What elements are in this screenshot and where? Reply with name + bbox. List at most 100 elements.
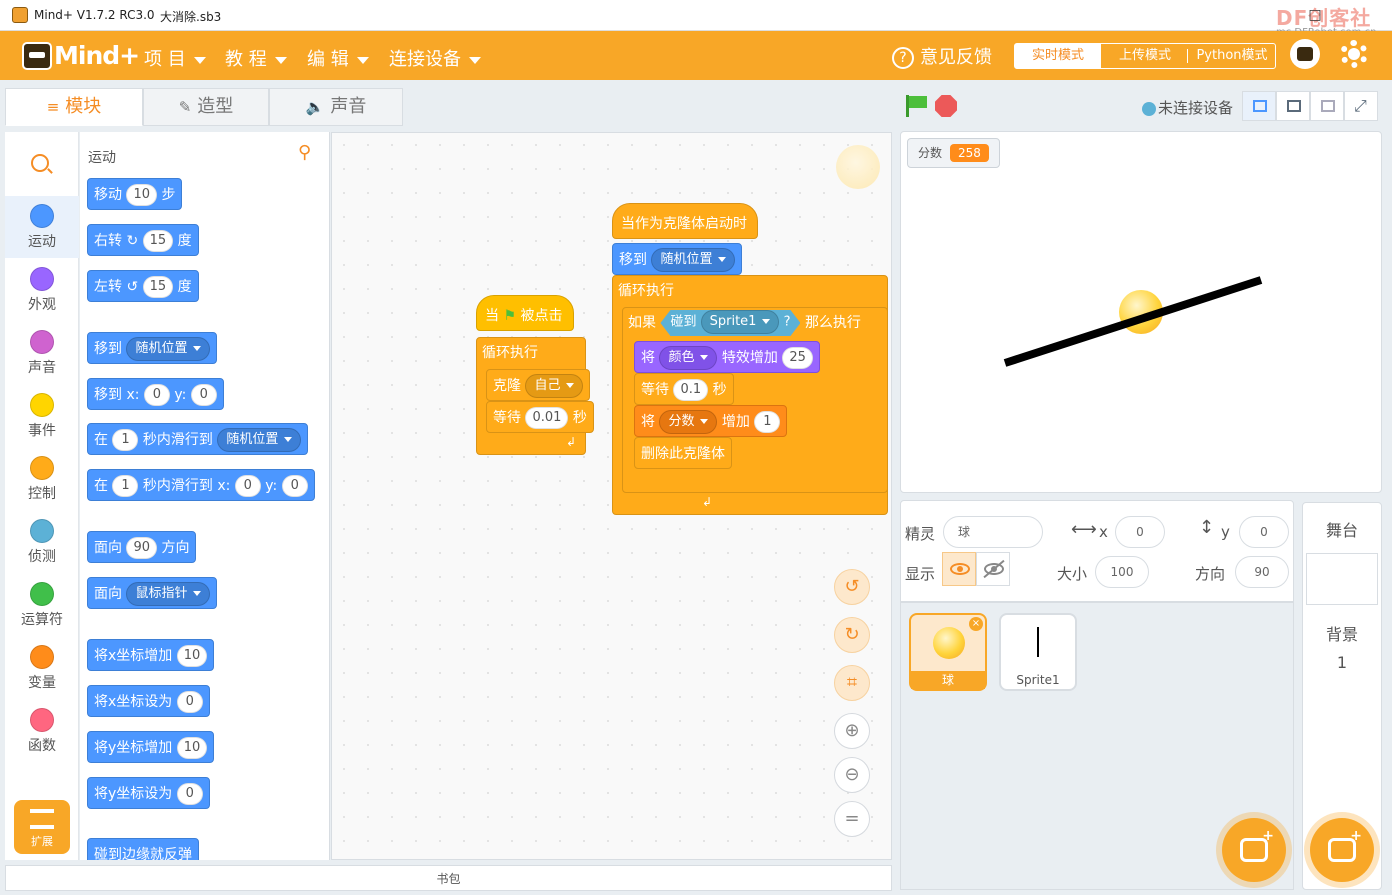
y-input[interactable]: 0 xyxy=(281,475,308,497)
touching-condition[interactable]: 碰到 Sprite1 ? xyxy=(660,310,800,336)
block-bounce[interactable]: 碰到边缘就反弹 xyxy=(87,838,199,860)
wait-seconds-input[interactable]: 0.01 xyxy=(525,407,569,429)
clone-target-dropdown[interactable]: 自己 xyxy=(525,374,584,398)
zoom-in-button[interactable]: ⊕ xyxy=(834,713,870,749)
menu-connect-device[interactable]: 连接设备 xyxy=(389,45,481,71)
category-events[interactable]: 事件 xyxy=(5,385,79,447)
close-icon[interactable]: × xyxy=(969,617,983,631)
direction-field[interactable]: 90 xyxy=(1235,556,1289,588)
normal-stage-button[interactable] xyxy=(1276,91,1310,121)
y-input[interactable]: 0 xyxy=(176,783,203,805)
menu-tutorial[interactable]: 教 程 xyxy=(225,45,287,71)
variable-dropdown[interactable]: 分数 xyxy=(659,410,718,434)
category-sound[interactable]: 声音 xyxy=(5,322,79,384)
block-when-flag-clicked[interactable]: 当 ⚑ 被点击 xyxy=(476,295,574,331)
small-stage-button[interactable] xyxy=(1242,91,1276,121)
hide-stage-button[interactable] xyxy=(1310,91,1344,121)
block-turn-left[interactable]: 左转 ↺ 15 度 xyxy=(87,270,199,302)
goto-target-dropdown[interactable]: 随机位置 xyxy=(651,248,736,272)
tab-blocks[interactable]: ≡ 模块 xyxy=(5,88,143,126)
block-goto-xy[interactable]: 移到 x: 0 y: 0 xyxy=(87,378,224,410)
dy-input[interactable]: 10 xyxy=(176,737,208,759)
secs-input[interactable]: 1 xyxy=(112,429,139,451)
effect-dropdown[interactable]: 颜色 xyxy=(659,346,718,370)
block-point-towards[interactable]: 面向 鼠标指针 xyxy=(87,577,218,609)
extension-button[interactable]: 扩展 xyxy=(14,800,70,854)
block-change-x[interactable]: 将x坐标增加 10 xyxy=(87,639,215,671)
block-goto[interactable]: 移到 随机位置 xyxy=(87,332,218,364)
category-operators[interactable]: 运算符 xyxy=(5,574,79,636)
green-flag-button[interactable] xyxy=(904,95,928,117)
sprite-card-ball[interactable]: × 球 xyxy=(909,613,987,691)
line-sprite[interactable] xyxy=(901,132,1382,493)
block-when-start-as-clone[interactable]: 当作为克隆体启动时 xyxy=(612,203,758,239)
block-change-y[interactable]: 将y坐标增加 10 xyxy=(87,731,215,763)
undo-button[interactable]: ↺ xyxy=(834,569,870,605)
steps-input[interactable]: 10 xyxy=(126,184,157,206)
block-delete-clone[interactable]: 删除此克隆体 xyxy=(634,437,732,469)
menu-project[interactable]: 项 目 xyxy=(144,45,206,71)
backpack-bar[interactable]: 书包 xyxy=(5,865,892,891)
block-set-x[interactable]: 将x坐标设为 0 xyxy=(87,685,210,717)
category-looks[interactable]: 外观 xyxy=(5,259,79,321)
secs-input[interactable]: 1 xyxy=(112,475,139,497)
block-turn-right[interactable]: 右转 ↻ 15 度 xyxy=(87,224,199,256)
x-input[interactable]: 0 xyxy=(143,384,170,406)
block-wait[interactable]: 等待 0.01 秒 xyxy=(486,401,594,433)
category-motion[interactable]: 运动 xyxy=(5,196,79,258)
degrees-input[interactable]: 15 xyxy=(142,276,174,298)
crop-button[interactable]: ⌗ xyxy=(834,665,870,701)
glide-target-dropdown[interactable]: 随机位置 xyxy=(217,428,302,452)
category-control[interactable]: 控制 xyxy=(5,448,79,510)
zoom-out-button[interactable]: ⊖ xyxy=(834,757,870,793)
block-change-effect[interactable]: 将 颜色 特效增加 25 xyxy=(634,341,820,373)
tab-sounds[interactable]: 🔈 声音 xyxy=(269,88,403,126)
mode-python[interactable]: Python模式 xyxy=(1189,44,1275,68)
stage-canvas[interactable]: 分数 258 xyxy=(900,131,1382,493)
feedback-button[interactable]: ? 意见反馈 xyxy=(892,43,992,69)
direction-input[interactable]: 90 xyxy=(126,537,157,559)
mode-upload[interactable]: 上传模式 xyxy=(1103,44,1187,68)
sprite-name-field[interactable]: 球 xyxy=(943,516,1043,548)
effect-amount-input[interactable]: 25 xyxy=(782,347,813,369)
block-change-variable[interactable]: 将 分数 增加 1 xyxy=(634,405,788,437)
point-target-dropdown[interactable]: 鼠标指针 xyxy=(126,582,211,606)
maximize-button[interactable]: □ xyxy=(1304,4,1326,26)
zoom-reset-button[interactable]: = xyxy=(834,801,870,837)
fullscreen-button[interactable]: ⤢ xyxy=(1344,91,1378,121)
dx-input[interactable]: 10 xyxy=(176,645,208,667)
x-input[interactable]: 0 xyxy=(176,691,203,713)
device-robot-icon[interactable] xyxy=(1290,39,1320,69)
block-set-y[interactable]: 将y坐标设为 0 xyxy=(87,777,210,809)
x-input[interactable]: 0 xyxy=(234,475,261,497)
block-glide-xy[interactable]: 在 1 秒内滑行到 x: 0 y: 0 xyxy=(87,469,315,501)
x-field[interactable]: 0 xyxy=(1115,516,1165,548)
block-point-direction[interactable]: 面向 90 方向 xyxy=(87,531,197,563)
add-backdrop-button[interactable]: + xyxy=(1310,818,1374,882)
gear-icon[interactable] xyxy=(1340,40,1368,68)
device-connection-status[interactable]: 未连接设备 xyxy=(1142,97,1233,118)
stop-button[interactable] xyxy=(935,95,957,117)
block-move-steps[interactable]: 移动 10 步 xyxy=(87,178,183,210)
y-field[interactable]: 0 xyxy=(1239,516,1289,548)
pin-icon[interactable]: ⚲ xyxy=(298,142,311,163)
tab-costumes[interactable]: ✎ 造型 xyxy=(143,88,269,126)
touching-target-dropdown[interactable]: Sprite1 xyxy=(701,310,780,334)
show-sprite-button[interactable] xyxy=(942,552,976,586)
y-input[interactable]: 0 xyxy=(190,384,217,406)
block-wait[interactable]: 等待 0.1 秒 xyxy=(634,373,734,405)
script-workspace[interactable]: 当 ⚑ 被点击 循环执行 克隆 自己 等待 0.01 秒 ↲ 当作为克隆体启动时… xyxy=(331,132,892,860)
size-field[interactable]: 100 xyxy=(1095,556,1149,588)
category-variables[interactable]: 变量 xyxy=(5,637,79,699)
category-functions[interactable]: 函数 xyxy=(5,700,79,762)
wait-seconds-input[interactable]: 0.1 xyxy=(673,379,709,401)
block-create-clone[interactable]: 克隆 自己 xyxy=(486,369,591,401)
redo-button[interactable]: ↻ xyxy=(834,617,870,653)
hide-sprite-button[interactable] xyxy=(976,552,1010,586)
goto-target-dropdown[interactable]: 随机位置 xyxy=(126,337,211,361)
category-sensing[interactable]: 侦测 xyxy=(5,511,79,573)
mode-realtime[interactable]: 实时模式 xyxy=(1015,44,1101,68)
degrees-input[interactable]: 15 xyxy=(142,230,174,252)
block-goto[interactable]: 移到 随机位置 xyxy=(612,243,743,275)
change-amount-input[interactable]: 1 xyxy=(754,411,781,433)
